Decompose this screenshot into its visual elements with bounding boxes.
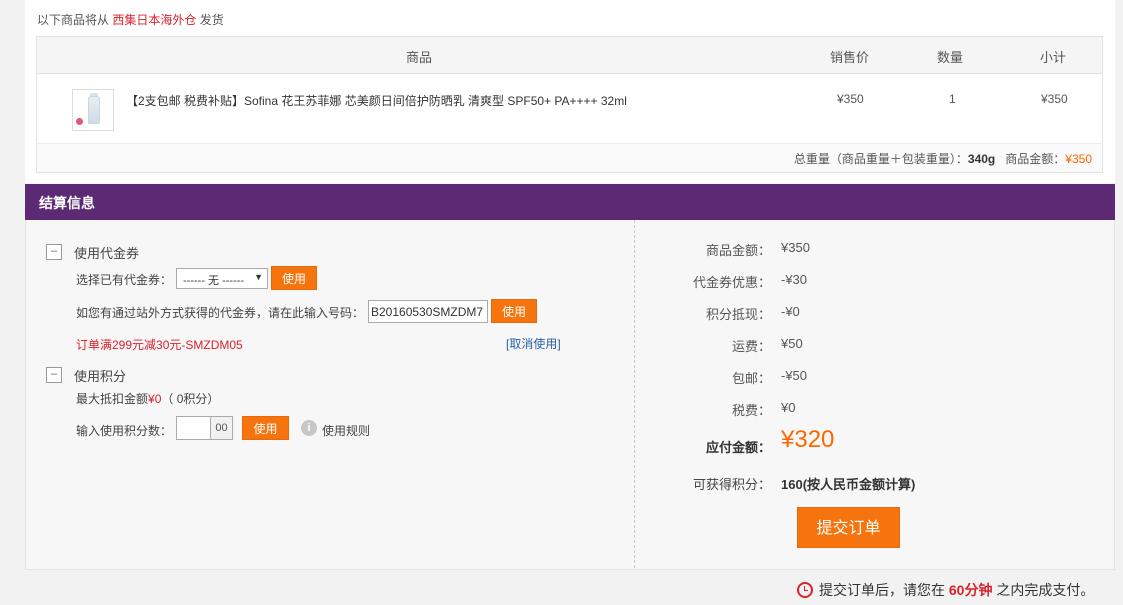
coupon-select-label: 选择已有代金券： (76, 273, 173, 287)
summary-value: ¥50 (781, 336, 803, 351)
cancel-coupon-link[interactable]: [取消使用] (506, 335, 561, 352)
submit-order-button[interactable]: 提交订单 (797, 507, 900, 548)
applied-coupon-text: 订单满299元减30元-SMZDM05 (76, 338, 243, 352)
product-price: ¥350 (837, 92, 864, 106)
summary-value: -¥50 (781, 368, 808, 383)
summary-key: 税费： (731, 403, 771, 418)
points-max-value: ¥0 (148, 392, 162, 406)
product-title-link[interactable]: 【2支包邮 税费补贴】Sofina 花王苏菲娜 芯美颜日间倍护防晒乳 清爽型 S… (126, 92, 627, 109)
weight-value: 340g (967, 152, 996, 166)
goods-table: 商品 销售价 数量 小计 【2支包邮 税费补贴】Sofina 花王苏菲娜 芯美颜… (36, 36, 1103, 173)
coupon-collapse-toggle[interactable]: – (46, 244, 62, 260)
countdown-minutes: 60分钟 (948, 582, 993, 598)
header-price: 销售价 (830, 50, 870, 65)
summary-key: 运费： (731, 339, 771, 354)
header-qty: 数量 (937, 50, 964, 65)
summary-value: ¥0 (781, 400, 796, 415)
points-input[interactable] (176, 416, 211, 440)
points-max-label: 最大抵扣金额 (76, 392, 149, 406)
coupon-select-value: ------ 无 ------ (183, 275, 245, 287)
shipping-prefix: 以下商品将从 (37, 13, 110, 27)
summary-key: 代金券优惠： (692, 275, 771, 290)
points-input-suffix: 00 (211, 416, 233, 440)
clock-icon (797, 582, 813, 598)
settlement-body: – 使用代金券 选择已有代金券： ------ 无 ------ ▼ 使用 如您… (25, 220, 1115, 570)
summary-value: ¥350 (781, 240, 810, 255)
dashed-divider (634, 220, 635, 568)
coupon-section-title: 使用代金券 (74, 246, 140, 261)
summary-key: 商品金额： (705, 243, 771, 258)
points-rule-link[interactable]: 使用规则 (322, 422, 370, 439)
shipping-note: 以下商品将从 西集日本海外仓 发货 (37, 11, 224, 28)
points-max-text: 最大抵扣金额¥0（ 0积分） (76, 390, 219, 407)
product-subtotal: ¥350 (1041, 92, 1068, 106)
total-payable-label: 应付金额： (705, 440, 771, 455)
coupon-code-use-button[interactable]: 使用 (491, 299, 537, 323)
shipping-suffix: 发货 (199, 13, 224, 27)
coupon-code-label: 如您有通过站外方式获得的代金券，请在此输入号码： (76, 306, 365, 320)
points-collapse-toggle[interactable]: – (46, 367, 62, 383)
goods-footer-text: 总重量（商品重量＋包装重量）：340g 商品金额：¥350 (794, 150, 1092, 167)
weight-label: 总重量（商品重量＋包装重量）： (793, 152, 968, 166)
countdown-suffix: 之内完成支付。 (996, 582, 1095, 598)
info-icon[interactable]: i (301, 420, 317, 436)
product-qty: 1 (949, 92, 956, 106)
points-use-button[interactable]: 使用 (242, 416, 289, 440)
summary-key: 积分抵现： (705, 307, 771, 322)
goods-table-footer: 总重量（商品重量＋包装重量）：340g 商品金额：¥350 (37, 144, 1102, 172)
coupon-use-button[interactable]: 使用 (271, 266, 317, 290)
bottle-body (88, 96, 100, 124)
coupon-select[interactable]: ------ 无 ------ ▼ (176, 268, 268, 289)
header-goods: 商品 (406, 50, 433, 65)
goods-table-header: 商品 销售价 数量 小计 (37, 37, 1102, 74)
countdown-prefix: 提交订单后，请您在 (819, 582, 945, 598)
brand-dot-icon (76, 118, 83, 125)
goods-amount-value: ¥350 (1065, 152, 1092, 166)
table-row: 【2支包邮 税费补贴】Sofina 花王苏菲娜 芯美颜日间倍护防晒乳 清爽型 S… (37, 74, 1102, 144)
earn-points-value: 160(按人民币金额计算) (781, 477, 916, 492)
shipping-warehouse: 西集日本海外仓 (112, 13, 197, 27)
summary-value: -¥0 (781, 304, 800, 319)
goods-amount-label: 商品金额： (1005, 152, 1066, 166)
chevron-down-icon: ▼ (254, 272, 263, 282)
product-thumbnail[interactable] (72, 89, 114, 131)
points-input-label: 输入使用积分数： (76, 424, 173, 438)
total-payable-value: ¥320 (781, 426, 835, 453)
settlement-header: 结算信息 (25, 184, 1115, 220)
summary-value: -¥30 (781, 272, 808, 287)
header-subtotal: 小计 (1040, 50, 1067, 65)
points-max-points: （ 0积分） (161, 392, 220, 406)
summary-key: 包邮： (731, 371, 771, 386)
order-goods-panel: 以下商品将从 西集日本海外仓 发货 商品 销售价 数量 小计 【2支包邮 税费补… (25, 0, 1115, 183)
payment-countdown-note: 提交订单后，请您在 60分钟 之内完成支付。 (797, 580, 1094, 600)
earn-points-label: 可获得积分： (692, 477, 771, 492)
points-section-title: 使用积分 (74, 369, 127, 384)
coupon-code-input[interactable]: B20160530SMZDM7 (368, 300, 488, 323)
